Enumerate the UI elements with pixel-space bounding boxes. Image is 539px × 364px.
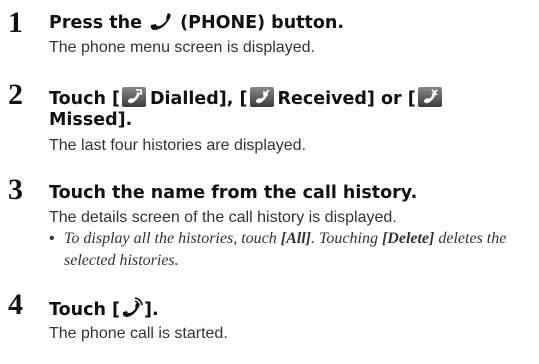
step-number: 2	[8, 78, 23, 111]
heading-text: ], [	[218, 89, 248, 109]
missed-label: Missed	[49, 110, 118, 130]
delete-reference: [Delete]	[381, 230, 435, 247]
phone-handset-icon	[148, 10, 174, 38]
note-bullet: •	[49, 230, 55, 247]
step-heading-continued: Missed].	[49, 109, 533, 131]
dialled-call-icon	[122, 87, 147, 107]
step-description: The last four histories are displayed.	[49, 137, 307, 154]
all-reference: [All]	[280, 230, 311, 247]
received-call-icon	[249, 87, 274, 107]
call-start-icon	[120, 297, 144, 325]
step-description: The phone menu screen is displayed.	[49, 39, 315, 56]
heading-text: (PHONE) button.	[174, 13, 345, 33]
heading-text: Touch [	[49, 89, 121, 109]
heading-text: ].	[117, 110, 133, 130]
heading-text: ] or [	[366, 89, 416, 109]
step-number: 3	[8, 173, 23, 206]
missed-call-icon	[417, 87, 442, 107]
received-label: Received	[277, 89, 367, 109]
dialled-label: Dialled	[150, 89, 219, 109]
note-text: . Touching	[310, 230, 382, 247]
step-heading: Press the (PHONE) button.	[49, 10, 533, 38]
step-heading: Touch [ Dialled], [ Received] or [	[49, 87, 533, 110]
step-description: The phone call is started.	[49, 325, 228, 342]
step-note: • To display all the histories, touch [A…	[49, 228, 534, 272]
step-heading: Touch the name from the call history.	[49, 183, 418, 203]
step-heading: Touch [].	[49, 297, 533, 325]
heading-text: Touch [	[49, 300, 121, 320]
step-number: 4	[8, 288, 23, 321]
step-description: The details screen of the call history i…	[49, 209, 397, 226]
heading-text: Press the	[49, 13, 149, 33]
note-text: To display all the histories, touch	[64, 230, 281, 247]
heading-text: ].	[144, 300, 159, 320]
step-number: 1	[8, 6, 23, 39]
